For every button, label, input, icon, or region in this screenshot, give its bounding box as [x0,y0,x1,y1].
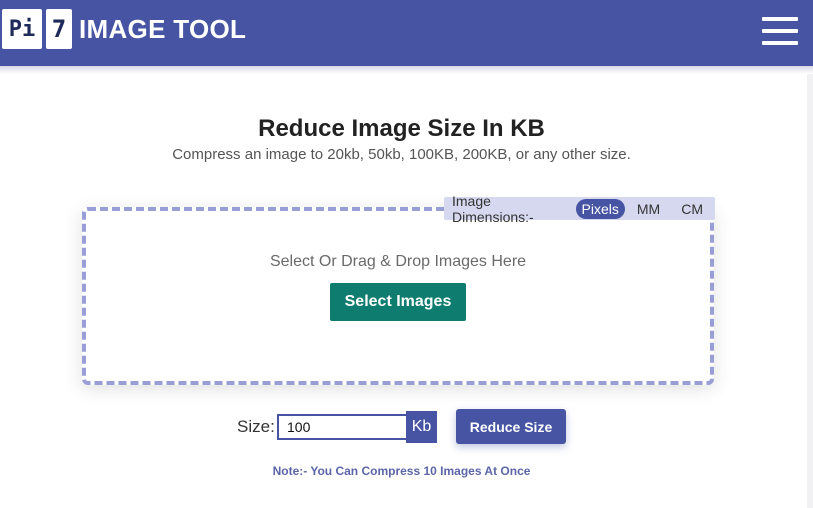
drop-zone-prompt: Select Or Drag & Drop Images Here [269,253,527,270]
scrollbar-track[interactable] [807,74,813,508]
size-label: Size: [237,417,275,436]
top-navbar: Pi 7 IMAGE TOOL [0,0,813,66]
dimension-option-mm[interactable]: MM [631,199,666,219]
menu-bar [762,29,798,33]
compress-limit-note: Note:- You Can Compress 10 Images At Onc… [272,464,531,478]
menu-bar [762,17,798,21]
hamburger-menu-icon[interactable] [762,17,798,45]
logo-seven-block[interactable]: 7 [46,9,72,49]
size-input[interactable] [277,414,406,440]
reduce-size-button[interactable]: Reduce Size [456,409,566,444]
dimension-option-cm[interactable]: CM [675,199,709,219]
header-shadow [0,66,813,74]
image-dimensions-label: Image Dimensions:- [452,192,534,225]
select-images-button[interactable]: Select Images [330,283,466,321]
logo-pi-block[interactable]: Pi [2,9,42,49]
size-unit-badge: Kb [406,411,437,443]
dimension-option-pixels[interactable]: Pixels [575,198,625,219]
menu-bar [762,41,798,45]
page-title: Reduce Image Size In KB [258,115,545,142]
page-subtitle: Compress an image to 20kb, 50kb, 100KB, … [172,146,631,163]
image-dimensions-selector: Image Dimensions:- Pixels MM CM [444,193,715,225]
brand-name[interactable]: IMAGE TOOL [79,14,246,44]
